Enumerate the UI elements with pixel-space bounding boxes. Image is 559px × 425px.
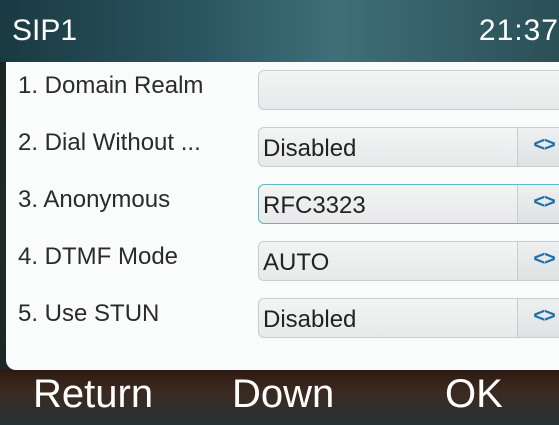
settings-list: 1. Domain Realm 2. Dial Without ... Disa… [6,62,559,370]
down-softkey[interactable]: Down [232,372,334,417]
field-value: Disabled [263,306,357,333]
list-item-domain-realm[interactable]: 1. Domain Realm [6,62,559,118]
list-item-dial-without[interactable]: 2. Dial Without ... Disabled <> [6,119,559,175]
item-label: 2. Dial Without ... [18,129,201,156]
use-stun-select[interactable]: Disabled <> [258,298,559,338]
field-value: RFC3323 [263,192,366,219]
softkey-bar: Return Down OK [0,370,559,425]
dial-without-select[interactable]: Disabled <> [258,127,559,167]
left-right-arrows-icon: <> [533,305,555,327]
ok-softkey[interactable]: OK [445,372,503,417]
item-label: 4. DTMF Mode [18,243,179,270]
anonymous-select[interactable]: RFC3323 <> [258,184,559,224]
item-label: 3. Anonymous [18,186,171,213]
item-label: 1. Domain Realm [18,72,204,99]
option-switch-button[interactable]: <> [517,299,559,337]
title-bar: SIP1 21:37 [0,0,559,62]
option-switch-button[interactable]: <> [517,242,559,280]
list-item-dtmf-mode[interactable]: 4. DTMF Mode AUTO <> [6,233,559,289]
field-value: Disabled [263,135,357,162]
list-item-anonymous[interactable]: 3. Anonymous RFC3323 <> [6,176,559,232]
dtmf-mode-select[interactable]: AUTO <> [258,241,559,281]
left-right-arrows-icon: <> [533,248,555,270]
phone-screen: SIP1 21:37 1. Domain Realm 2. Dial Witho… [0,0,559,425]
return-softkey[interactable]: Return [33,372,153,417]
left-right-arrows-icon: <> [533,134,555,156]
option-switch-button[interactable]: <> [517,128,559,166]
field-value: AUTO [263,249,330,276]
option-switch-button[interactable]: <> [517,185,559,223]
item-label: 5. Use STUN [18,300,160,327]
page-title: SIP1 [12,14,78,47]
domain-realm-input[interactable] [258,70,559,110]
clock: 21:37 [478,14,559,47]
left-right-arrows-icon: <> [533,191,555,213]
list-item-use-stun[interactable]: 5. Use STUN Disabled <> [6,290,559,346]
